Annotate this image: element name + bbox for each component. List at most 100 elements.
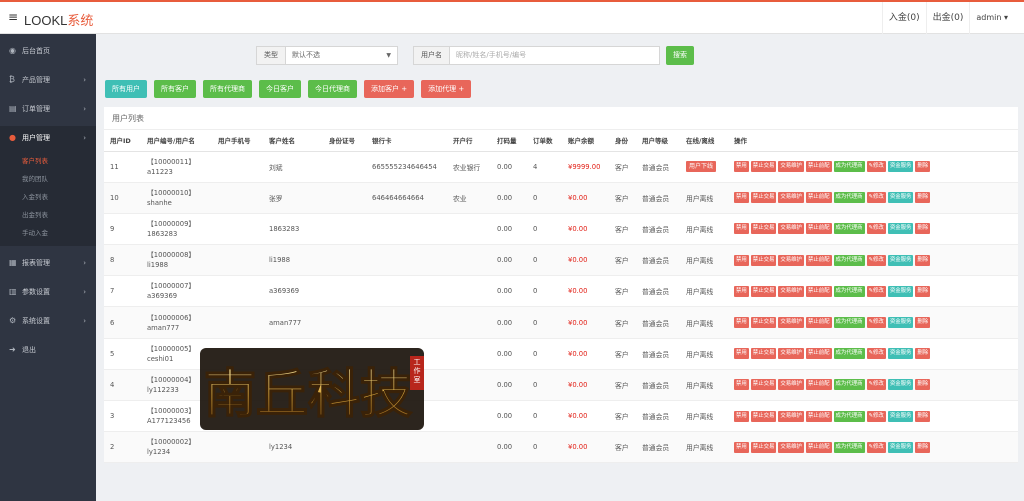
row-action-button[interactable]: 删除 <box>915 348 931 360</box>
row-action-button[interactable]: 删除 <box>915 317 931 329</box>
row-action-button[interactable]: 禁用 <box>734 317 749 329</box>
row-action-button[interactable]: ✎修改 <box>866 379 886 391</box>
action-button-3[interactable]: 今日客户 <box>259 80 301 98</box>
row-action-button[interactable]: 成为代理商 <box>833 192 865 204</box>
action-button-2[interactable]: 所有代理商 <box>203 80 252 98</box>
row-action-button[interactable]: 交易维护 <box>778 285 804 297</box>
submenu-item[interactable]: 客户列表 <box>0 152 96 170</box>
submenu-item[interactable]: 入金列表 <box>0 188 96 206</box>
user-menu[interactable]: admin ▾ <box>969 2 1014 34</box>
row-action-button[interactable]: ✎修改 <box>866 317 886 329</box>
row-action-button[interactable]: 成为代理商 <box>833 441 865 453</box>
sidebar-item-7[interactable]: ➜ 退出 <box>0 338 96 362</box>
row-action-button[interactable]: 删除 <box>915 254 931 266</box>
row-action-button[interactable]: 禁止前配 <box>805 223 832 235</box>
row-action-button[interactable]: ✎修改 <box>866 254 886 266</box>
withdraw-link[interactable]: 出金(0) <box>925 2 970 34</box>
row-action-button[interactable]: 删除 <box>915 379 931 391</box>
row-action-button[interactable]: 禁止前配 <box>805 410 832 422</box>
row-action-button[interactable]: 禁止交易 <box>750 348 777 360</box>
search-button[interactable]: 搜索 <box>666 46 694 65</box>
row-action-button[interactable]: 交易维护 <box>778 441 804 453</box>
deposit-link[interactable]: 入金(0) <box>881 2 926 34</box>
row-action-button[interactable]: 交易维护 <box>778 379 804 391</box>
action-button-0[interactable]: 所有用户 <box>105 80 147 98</box>
search-input[interactable]: 昵称/姓名/手机号/编号 <box>450 46 660 65</box>
row-action-button[interactable]: 禁止交易 <box>750 317 777 329</box>
row-action-button[interactable]: 成为代理商 <box>833 223 865 235</box>
row-action-button[interactable]: 交易维护 <box>778 192 804 204</box>
row-action-button[interactable]: 删除 <box>915 161 931 173</box>
row-action-button[interactable]: 资金服务 <box>887 379 914 391</box>
row-action-button[interactable]: 禁止交易 <box>750 285 777 297</box>
row-action-button[interactable]: 删除 <box>915 441 931 453</box>
row-action-button[interactable]: 禁止前配 <box>805 192 832 204</box>
row-action-button[interactable]: 资金服务 <box>887 254 914 266</box>
row-action-button[interactable]: ✎修改 <box>866 161 886 173</box>
row-action-button[interactable]: ✎修改 <box>866 348 886 360</box>
row-action-button[interactable]: 禁止交易 <box>750 254 777 266</box>
row-action-button[interactable]: 交易维护 <box>778 348 804 360</box>
submenu-item[interactable]: 我的团队 <box>0 170 96 188</box>
row-action-button[interactable]: 禁用 <box>734 254 749 266</box>
row-action-button[interactable]: 禁止前配 <box>805 348 832 360</box>
row-action-button[interactable]: 禁用 <box>734 348 749 360</box>
sidebar-item-4[interactable]: ▦ 报表管理 › <box>0 251 96 275</box>
sidebar-item-2[interactable]: ▤ 订单管理 › <box>0 97 96 121</box>
row-action-button[interactable]: 资金服务 <box>887 161 914 173</box>
row-action-button[interactable]: ✎修改 <box>866 223 886 235</box>
row-action-button[interactable]: 资金服务 <box>887 285 914 297</box>
row-action-button[interactable]: 资金服务 <box>887 441 914 453</box>
row-action-button[interactable]: 成为代理商 <box>833 379 865 391</box>
row-action-button[interactable]: 禁用 <box>734 410 749 422</box>
row-action-button[interactable]: ✎修改 <box>866 410 886 422</box>
sidebar-item-3[interactable]: ● 用户管理 › <box>0 126 96 150</box>
row-action-button[interactable]: 禁用 <box>734 441 749 453</box>
submenu-item[interactable]: 出金列表 <box>0 206 96 224</box>
status-badge[interactable]: 用户下线 <box>686 161 717 173</box>
row-action-button[interactable]: ✎修改 <box>866 192 886 204</box>
action-button-1[interactable]: 所有客户 <box>154 80 196 98</box>
row-action-button[interactable]: 成为代理商 <box>833 410 865 422</box>
row-action-button[interactable]: ✎修改 <box>866 285 886 297</box>
submenu-item[interactable]: 手动入金 <box>0 224 96 242</box>
action-button-5[interactable]: 添加客户 + <box>364 80 415 98</box>
row-action-button[interactable]: 禁用 <box>734 192 749 204</box>
menu-toggle-icon[interactable]: ≡ <box>8 11 18 23</box>
type-select[interactable]: 默认不选 ▼ <box>286 46 398 65</box>
sidebar-item-0[interactable]: ◉ 后台首页 <box>0 39 96 63</box>
row-action-button[interactable]: 交易维护 <box>778 223 804 235</box>
row-action-button[interactable]: 交易维护 <box>778 317 804 329</box>
row-action-button[interactable]: 交易维护 <box>778 161 804 173</box>
row-action-button[interactable]: 禁止前配 <box>805 317 832 329</box>
row-action-button[interactable]: 成为代理商 <box>833 317 865 329</box>
row-action-button[interactable]: 删除 <box>915 192 931 204</box>
row-action-button[interactable]: 禁止前配 <box>805 379 832 391</box>
row-action-button[interactable]: 禁止交易 <box>750 379 777 391</box>
row-action-button[interactable]: 禁止前配 <box>805 161 832 173</box>
action-button-6[interactable]: 添加代理 + <box>421 80 472 98</box>
row-action-button[interactable]: 删除 <box>915 410 931 422</box>
row-action-button[interactable]: 资金服务 <box>887 410 914 422</box>
row-action-button[interactable]: 交易维护 <box>778 410 804 422</box>
row-action-button[interactable]: 禁用 <box>734 161 749 173</box>
row-action-button[interactable]: 资金服务 <box>887 192 914 204</box>
row-action-button[interactable]: 成为代理商 <box>833 254 865 266</box>
row-action-button[interactable]: 禁用 <box>734 285 749 297</box>
sidebar-item-1[interactable]: ₿ 产品管理 › <box>0 68 96 92</box>
row-action-button[interactable]: 禁止交易 <box>750 410 777 422</box>
row-action-button[interactable]: 成为代理商 <box>833 348 865 360</box>
row-action-button[interactable]: 交易维护 <box>778 254 804 266</box>
sidebar-item-5[interactable]: ▥ 参数设置 › <box>0 280 96 304</box>
row-action-button[interactable]: 禁止交易 <box>750 161 777 173</box>
row-action-button[interactable]: 成为代理商 <box>833 285 865 297</box>
row-action-button[interactable]: 禁止前配 <box>805 441 832 453</box>
row-action-button[interactable]: 禁止交易 <box>750 192 777 204</box>
row-action-button[interactable]: 禁用 <box>734 223 749 235</box>
row-action-button[interactable]: 禁用 <box>734 379 749 391</box>
row-action-button[interactable]: 禁止前配 <box>805 254 832 266</box>
row-action-button[interactable]: 禁止交易 <box>750 223 777 235</box>
row-action-button[interactable]: 资金服务 <box>887 223 914 235</box>
row-action-button[interactable]: 禁止交易 <box>750 441 777 453</box>
action-button-4[interactable]: 今日代理商 <box>308 80 357 98</box>
